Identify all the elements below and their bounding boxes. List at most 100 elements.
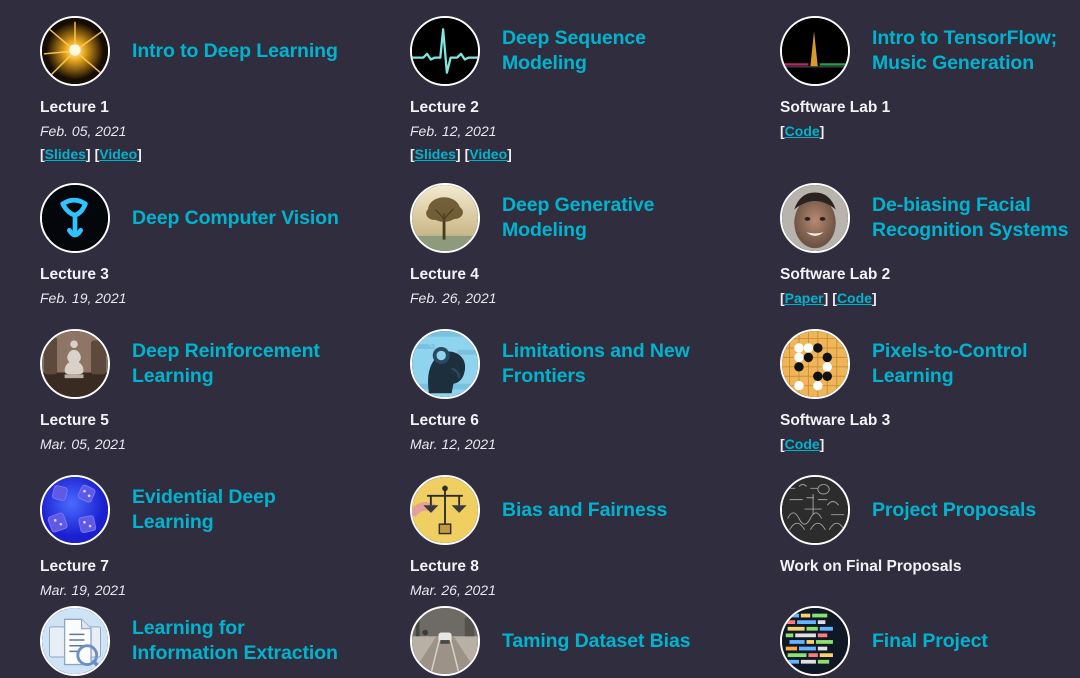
cell-meta: Work on Final Proposals (780, 557, 1080, 577)
cell-title-link[interactable]: Learning for Information Extraction (132, 616, 338, 666)
cell-title-link[interactable]: Taming Dataset Bias (502, 629, 691, 654)
cell-title-link[interactable]: Final Project (872, 629, 988, 654)
resource-link-slides[interactable]: Slides (45, 146, 86, 162)
robot-head-thumbnail[interactable] (410, 329, 480, 399)
spectrogram-thumbnail[interactable] (780, 16, 850, 86)
cell-meta: Lecture 5 Mar. 05, 2021 (40, 411, 400, 454)
cell-label: Work on Final Proposals (780, 558, 962, 575)
cell-label: Lecture 7 (40, 558, 109, 575)
resource-link-code[interactable]: Code (837, 290, 872, 306)
chess-thumbnail[interactable] (40, 329, 110, 399)
cell-date: Feb. 05, 2021 (40, 123, 127, 139)
cell-header: Learning for Information Extraction (40, 606, 400, 676)
schedule-cell-learning-information-extraction: Learning for Information Extraction (40, 606, 400, 678)
schedule-cell-lecture-2: Deep Sequence Modeling Lecture 2 Feb. 12, … (410, 16, 770, 164)
blackboard-thumbnail[interactable] (780, 475, 850, 545)
cell-date: Feb. 26, 2021 (410, 290, 497, 306)
cell-date: Feb. 19, 2021 (40, 290, 127, 306)
document-search-thumbnail[interactable] (40, 606, 110, 676)
cell-title-link[interactable]: Intro to Deep Learning (132, 39, 338, 64)
cell-label: Software Lab 2 (780, 266, 891, 283)
resource-link-video[interactable]: Video (469, 146, 507, 162)
cell-meta: Lecture 3 Feb. 19, 2021 (40, 265, 400, 308)
cell-label: Lecture 6 (410, 412, 479, 429)
tree-thumbnail[interactable] (410, 183, 480, 253)
schedule-cell-lecture-6: Limitations and New Frontiers Lecture 6 Ma… (410, 329, 770, 454)
cell-date: Mar. 19, 2021 (40, 582, 126, 598)
scales-thumbnail[interactable] (410, 475, 480, 545)
schedule-grid: Intro to Deep Learning Lecture 1 Feb. 05, … (0, 0, 1080, 678)
cell-header: Evidential Deep Learning (40, 475, 400, 545)
cell-header: Bias and Fairness (410, 475, 770, 545)
cell-header: Intro to Deep Learning (40, 16, 400, 86)
schedule-cell-final-project: Final Project (780, 606, 1080, 678)
cell-title-link[interactable]: Evidential Deep Learning (132, 485, 276, 535)
cell-header: Deep Generative Modeling (410, 183, 770, 253)
cell-meta: Lecture 1 Feb. 05, 2021 [Slides] [Video] (40, 98, 400, 164)
cell-header: Taming Dataset Bias (410, 606, 770, 676)
cell-links: [Code] (780, 434, 1080, 454)
neon-eye-thumbnail[interactable] (40, 183, 110, 253)
cell-meta: Lecture 7 Mar. 19, 2021 (40, 557, 400, 600)
cell-header: Limitations and New Frontiers (410, 329, 770, 399)
cell-header: Deep Sequence Modeling (410, 16, 770, 86)
cell-title-link[interactable]: Bias and Fairness (502, 498, 667, 523)
cell-meta: Lecture 2 Feb. 12, 2021 [Slides] [Video] (410, 98, 770, 164)
bracket-close: ] (507, 146, 512, 162)
cell-meta: Lecture 8 Mar. 26, 2021 (410, 557, 770, 600)
cell-header: Deep Reinforcement Learning (40, 329, 400, 399)
neuron-thumbnail[interactable] (40, 16, 110, 86)
cell-label: Lecture 8 (410, 558, 479, 575)
schedule-cell-lecture-3: Deep Computer Vision Lecture 3 Feb. 19, 20… (40, 183, 400, 308)
schedule-cell-lecture-4: Deep Generative Modeling Lecture 4 Feb. 26… (410, 183, 770, 308)
cell-meta: Software Lab 1 [Code] (780, 98, 1080, 141)
resource-link-code[interactable]: Code (785, 123, 820, 139)
cell-title-link[interactable]: Project Proposals (872, 498, 1036, 523)
schedule-cell-taming-dataset-bias: Taming Dataset Bias (410, 606, 770, 678)
schedule-cell-software-lab-2: De-biasing Facial Recognition Systems Sof… (780, 183, 1080, 308)
resource-link-code[interactable]: Code (785, 436, 820, 452)
cell-meta: Software Lab 2 [Paper] [Code] (780, 265, 1080, 308)
cell-label: Software Lab 3 (780, 412, 891, 429)
go-board-thumbnail[interactable] (780, 329, 850, 399)
cell-title-link[interactable]: Deep Computer Vision (132, 206, 339, 231)
cell-header: Deep Computer Vision (40, 183, 400, 253)
cell-header: De-biasing Facial Recognition Systems (780, 183, 1080, 253)
cell-title-link[interactable]: Deep Generative Modeling (502, 193, 655, 243)
bracket-close: ] (137, 146, 142, 162)
cell-header: Pixels-to-Control Learning (780, 329, 1080, 399)
cell-title-link[interactable]: Deep Reinforcement Learning (132, 339, 320, 389)
cell-title-link[interactable]: De-biasing Facial Recognition Systems (872, 193, 1069, 243)
cell-links: [Code] (780, 121, 1080, 141)
code-screen-thumbnail[interactable] (780, 606, 850, 676)
bracket-close: ] (85, 146, 91, 162)
cell-header: Project Proposals (780, 475, 1080, 545)
cell-label: Lecture 4 (410, 266, 479, 283)
bracket-close: ] (819, 436, 825, 452)
cell-title-link[interactable]: Pixels-to-Control Learning (872, 339, 1027, 389)
bracket-close: ] (819, 123, 825, 139)
cell-meta: Lecture 4 Feb. 26, 2021 (410, 265, 770, 308)
road-driving-thumbnail[interactable] (410, 606, 480, 676)
schedule-cell-software-lab-3: Pixels-to-Control Learning Software Lab 3… (780, 329, 1080, 454)
cell-date: Mar. 26, 2021 (410, 582, 496, 598)
resource-link-paper[interactable]: Paper (785, 290, 824, 306)
resource-link-slides[interactable]: Slides (415, 146, 456, 162)
cell-links: [Slides] [Video] (40, 144, 400, 164)
cell-title-link[interactable]: Limitations and New Frontiers (502, 339, 690, 389)
bracket-close: ] (823, 290, 829, 306)
cell-links: [Slides] [Video] (410, 144, 770, 164)
face-thumbnail[interactable] (780, 183, 850, 253)
cell-date: Mar. 05, 2021 (40, 436, 126, 452)
schedule-cell-lecture-7: Evidential Deep Learning Lecture 7 Mar. 19… (40, 475, 400, 600)
schedule-cell-lecture-1: Intro to Deep Learning Lecture 1 Feb. 05, … (40, 16, 400, 164)
resource-link-video[interactable]: Video (99, 146, 137, 162)
cell-title-link[interactable]: Deep Sequence Modeling (502, 26, 646, 76)
schedule-cell-project-proposals: Project Proposals Work on Final Proposals (780, 475, 1080, 577)
cell-label: Lecture 1 (40, 99, 109, 116)
cell-title-link[interactable]: Intro to TensorFlow; Music Generation (872, 26, 1057, 76)
dice-thumbnail[interactable] (40, 475, 110, 545)
schedule-cell-software-lab-1: Intro to TensorFlow; Music Generation Sof… (780, 16, 1080, 141)
ecg-waveform-thumbnail[interactable] (410, 16, 480, 86)
cell-date: Mar. 12, 2021 (410, 436, 496, 452)
